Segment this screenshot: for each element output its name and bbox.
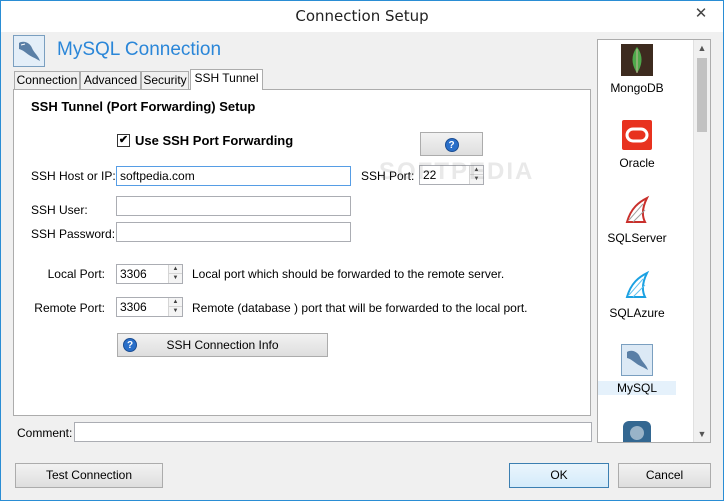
remote-port-stepper[interactable]: ▲ ▼ [116, 297, 183, 317]
use-ssh-label: Use SSH Port Forwarding [135, 133, 294, 148]
local-port-stepper[interactable]: ▲ ▼ [116, 264, 183, 284]
close-icon[interactable]: ✕ [687, 3, 715, 25]
section-title: SSH Tunnel (Port Forwarding) Setup [31, 99, 256, 114]
mysql-dolphin-icon [13, 35, 45, 67]
ssh-user-label: SSH User: [31, 203, 88, 217]
connection-title: MySQL Connection [57, 39, 222, 60]
tab-security[interactable]: Security [141, 71, 189, 89]
tab-advanced[interactable]: Advanced [80, 71, 141, 89]
db-item-mysql[interactable]: MySQL [598, 344, 693, 414]
db-item-postgresql[interactable] [598, 419, 693, 442]
window-title: Connection Setup [295, 7, 429, 25]
title-bar: Connection Setup ✕ [1, 1, 723, 32]
remote-port-label: Remote Port: [34, 301, 105, 315]
comment-input[interactable] [74, 422, 592, 442]
postgresql-icon [621, 419, 653, 442]
scroll-thumb[interactable] [697, 58, 707, 132]
sqlserver-icon [621, 194, 653, 226]
db-item-oracle[interactable]: Oracle [598, 119, 693, 189]
spin-up-icon[interactable]: ▲ [470, 166, 483, 175]
remote-port-description: Remote (database ) port that will be for… [192, 301, 528, 315]
ssh-password-label: SSH Password: [31, 227, 116, 241]
cancel-button[interactable]: Cancel [618, 463, 711, 488]
connection-setup-window: Connection Setup ✕ MySQL Connection Conn… [0, 0, 724, 501]
ssh-connection-info-label: SSH Connection Info [166, 338, 279, 352]
ssh-host-input[interactable] [116, 166, 351, 186]
spin-down-icon[interactable]: ▼ [169, 307, 182, 316]
use-ssh-checkbox[interactable]: ✔ [117, 134, 130, 147]
spin-down-icon[interactable]: ▼ [470, 175, 483, 184]
comment-label: Comment: [17, 426, 73, 440]
help-icon: ? [123, 338, 137, 352]
db-item-label: MongoDB [610, 81, 664, 95]
tab-connection[interactable]: Connection [14, 71, 80, 89]
help-button[interactable]: ? [420, 132, 483, 156]
scroll-down-icon[interactable]: ▼ [694, 426, 710, 442]
spin-up-icon[interactable]: ▲ [169, 265, 182, 274]
db-item-label: MySQL [598, 381, 676, 395]
local-port-label: Local Port: [47, 267, 105, 281]
ssh-tunnel-panel: SSH Tunnel (Port Forwarding) Setup ✔ Use… [13, 89, 591, 416]
db-item-sqlazure[interactable]: SQLAzure [598, 269, 693, 339]
test-connection-button[interactable]: Test Connection [15, 463, 163, 488]
remote-port-input[interactable] [117, 298, 169, 316]
ok-button[interactable]: OK [509, 463, 609, 488]
local-port-description: Local port which should be forwarded to … [192, 267, 505, 281]
sqlazure-icon [621, 269, 653, 301]
db-item-mongodb[interactable]: MongoDB [598, 44, 693, 114]
ssh-port-input[interactable] [420, 166, 470, 184]
db-item-label: SQLAzure [609, 306, 665, 320]
mysql-icon [621, 344, 653, 376]
ssh-port-label: SSH Port: [361, 169, 415, 183]
db-item-label: SQLServer [607, 231, 667, 245]
local-port-input[interactable] [117, 265, 169, 283]
oracle-icon [621, 119, 653, 151]
mongodb-icon [621, 44, 653, 76]
database-list: MongoDB Oracle SQLServer SQLAzure MySQL [597, 39, 711, 443]
db-item-label: Oracle [619, 156, 655, 170]
ssh-password-input[interactable] [116, 222, 351, 242]
db-item-sqlserver[interactable]: SQLServer [598, 194, 693, 264]
spin-down-icon[interactable]: ▼ [169, 274, 182, 283]
ssh-connection-info-button[interactable]: ? SSH Connection Info [117, 333, 328, 357]
ssh-host-label: SSH Host or IP: [31, 169, 116, 183]
scroll-up-icon[interactable]: ▲ [694, 40, 710, 56]
ssh-port-stepper[interactable]: ▲ ▼ [419, 165, 484, 185]
help-icon: ? [444, 138, 459, 152]
spin-up-icon[interactable]: ▲ [169, 298, 182, 307]
tab-ssh-tunnel[interactable]: SSH Tunnel [190, 69, 263, 90]
ssh-user-input[interactable] [116, 196, 351, 216]
database-list-scrollbar[interactable]: ▲ ▼ [693, 40, 710, 442]
